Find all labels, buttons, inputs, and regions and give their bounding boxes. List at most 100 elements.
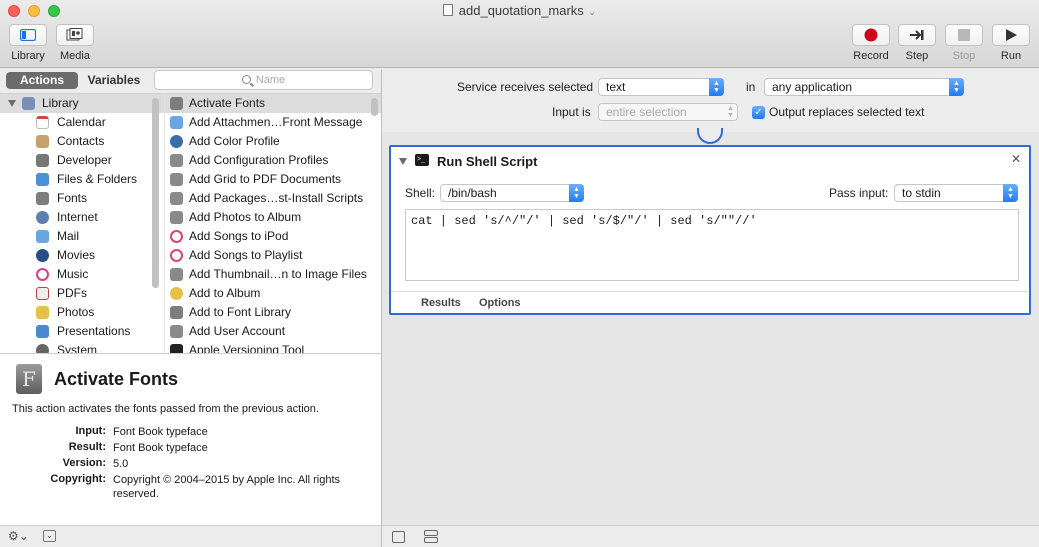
- category-pdfs[interactable]: PDFs: [0, 284, 164, 303]
- variables-view-icon-lower[interactable]: [424, 537, 438, 543]
- gear-icon[interactable]: ⚙⌄: [8, 529, 29, 543]
- search-field[interactable]: Name: [154, 70, 373, 90]
- presentations-icon: [36, 325, 49, 338]
- action-add-songs-to-ipod[interactable]: Add Songs to iPod: [165, 227, 381, 246]
- calendar-icon: [36, 116, 49, 129]
- run-button[interactable]: [992, 24, 1030, 46]
- action-add-user-account[interactable]: Add User Account: [165, 322, 381, 341]
- action-activate-fonts[interactable]: Activate Fonts: [165, 94, 381, 113]
- options-tab[interactable]: Options: [479, 297, 521, 309]
- action-add-photos-to-album[interactable]: Add Photos to Album: [165, 208, 381, 227]
- toolbar: add_quotation_marks ⌄ Library Media Recor…: [0, 0, 1039, 68]
- run-button-label: Run: [1000, 50, 1022, 62]
- automator-icon: [170, 325, 183, 338]
- record-button[interactable]: [852, 24, 890, 46]
- disclosure-triangle-icon[interactable]: [399, 158, 407, 165]
- stop-icon: [958, 29, 970, 41]
- automator-icon: [170, 192, 183, 205]
- description-text: This action activates the fonts passed f…: [12, 403, 319, 415]
- itunes-icon: [170, 230, 183, 243]
- library-segmented-control: Actions Variables: [6, 72, 150, 89]
- output-replaces-label: Output replaces selected text: [769, 105, 925, 119]
- font-book-icon: [170, 306, 183, 319]
- action-add-attachment[interactable]: Add Attachmen…Front Message: [165, 113, 381, 132]
- pdf-icon: [36, 287, 49, 300]
- category-internet[interactable]: Internet: [0, 208, 164, 227]
- action-apple-versioning-tool[interactable]: Apple Versioning Tool: [165, 341, 381, 353]
- search-icon: [241, 75, 251, 84]
- action-add-to-album[interactable]: Add to Album: [165, 284, 381, 303]
- category-calendar[interactable]: Calendar: [0, 113, 164, 132]
- category-files-folders[interactable]: Files & Folders: [0, 170, 164, 189]
- category-music[interactable]: Music: [0, 265, 164, 284]
- input-is-select[interactable]: entire selection ▲ ▼: [598, 103, 738, 121]
- stop-button[interactable]: [945, 24, 983, 46]
- automator-icon: [170, 173, 183, 186]
- close-icon[interactable]: ✕: [1011, 152, 1021, 166]
- run-shell-script-action: >_ Run Shell Script ✕ Shell: /bin/bash ▲…: [389, 145, 1031, 315]
- log-view-icon[interactable]: [392, 531, 405, 543]
- action-scrollbar[interactable]: [371, 98, 378, 116]
- category-library[interactable]: Library: [0, 94, 164, 113]
- disclosure-triangle-icon[interactable]: [8, 100, 16, 107]
- category-contacts[interactable]: Contacts: [0, 132, 164, 151]
- window-title[interactable]: add_quotation_marks ⌄: [0, 3, 1039, 18]
- tab-variables[interactable]: Variables: [78, 72, 150, 89]
- category-presentations[interactable]: Presentations: [0, 322, 164, 341]
- automator-icon: [170, 268, 183, 281]
- shell-select[interactable]: /bin/bash ▲ ▼: [440, 184, 584, 202]
- action-add-configuration-profiles[interactable]: Add Configuration Profiles: [165, 151, 381, 170]
- results-tab[interactable]: Results: [421, 297, 461, 309]
- stepper-arrows-icon: ▲ ▼: [949, 78, 964, 96]
- action-header: >_ Run Shell Script ✕: [391, 147, 1029, 177]
- input-is-label: Input is: [552, 105, 591, 119]
- action-add-grid-to-pdf[interactable]: Add Grid to PDF Documents: [165, 170, 381, 189]
- tab-actions[interactable]: Actions: [6, 72, 78, 89]
- category-photos[interactable]: Photos: [0, 303, 164, 322]
- pass-input-label: Pass input:: [829, 186, 889, 200]
- stepper-arrows-icon: ▲ ▼: [727, 105, 734, 119]
- library-button[interactable]: [9, 24, 47, 46]
- stepper-arrows-icon: ▲ ▼: [709, 78, 724, 96]
- photos-icon: [36, 306, 49, 319]
- developer-icon: [36, 154, 49, 167]
- chevron-down-icon: ⌄: [587, 7, 597, 18]
- stepper-arrows-icon: ▲ ▼: [569, 184, 584, 202]
- output-replaces-checkbox[interactable]: ✓: [752, 106, 765, 119]
- script-editor[interactable]: cat | sed 's/^/"/' | sed 's/$/"/' | sed …: [405, 209, 1019, 281]
- media-button[interactable]: [56, 24, 94, 46]
- receives-select[interactable]: text ▲ ▼: [598, 78, 724, 96]
- category-movies[interactable]: Movies: [0, 246, 164, 265]
- step-icon: [910, 30, 924, 40]
- pass-input-select[interactable]: to stdin ▲ ▼: [894, 184, 1018, 202]
- library-footer: ⚙⌄ ⌄: [0, 525, 381, 547]
- itunes-icon: [170, 249, 183, 262]
- system-icon: [36, 344, 49, 353]
- action-add-color-profile[interactable]: Add Color Profile: [165, 132, 381, 151]
- action-add-thumbnail[interactable]: Add Thumbnail…n to Image Files: [165, 265, 381, 284]
- workflow-footer: [382, 525, 1039, 547]
- category-fonts[interactable]: Fonts: [0, 189, 164, 208]
- category-developer[interactable]: Developer: [0, 151, 164, 170]
- description-title: Activate Fonts: [54, 369, 179, 389]
- play-icon: [1006, 29, 1017, 41]
- library-header: Actions Variables Name: [0, 69, 381, 93]
- action-add-to-font-library[interactable]: Add to Font Library: [165, 303, 381, 322]
- application-select[interactable]: any application ▲ ▼: [764, 78, 964, 96]
- sidebar-icon: [20, 29, 36, 41]
- action-footer: Results Options: [391, 291, 1029, 313]
- service-settings: Service receives selected text ▲ ▼ in any…: [382, 69, 1039, 132]
- mail-icon: [170, 116, 183, 129]
- category-scrollbar[interactable]: [152, 98, 159, 288]
- category-mail[interactable]: Mail: [0, 227, 164, 246]
- description-toggle-icon[interactable]: ⌄: [43, 530, 56, 542]
- action-add-songs-to-playlist[interactable]: Add Songs to Playlist: [165, 246, 381, 265]
- contacts-icon: [36, 135, 49, 148]
- search-placeholder: Name: [255, 74, 286, 86]
- action-description: F Activate Fonts This action activates t…: [0, 353, 381, 525]
- receives-label: Service receives selected: [457, 80, 594, 94]
- category-system[interactable]: System: [0, 341, 164, 353]
- action-add-packages[interactable]: Add Packages…st-Install Scripts: [165, 189, 381, 208]
- variables-view-icon[interactable]: [424, 530, 438, 536]
- step-button[interactable]: [898, 24, 936, 46]
